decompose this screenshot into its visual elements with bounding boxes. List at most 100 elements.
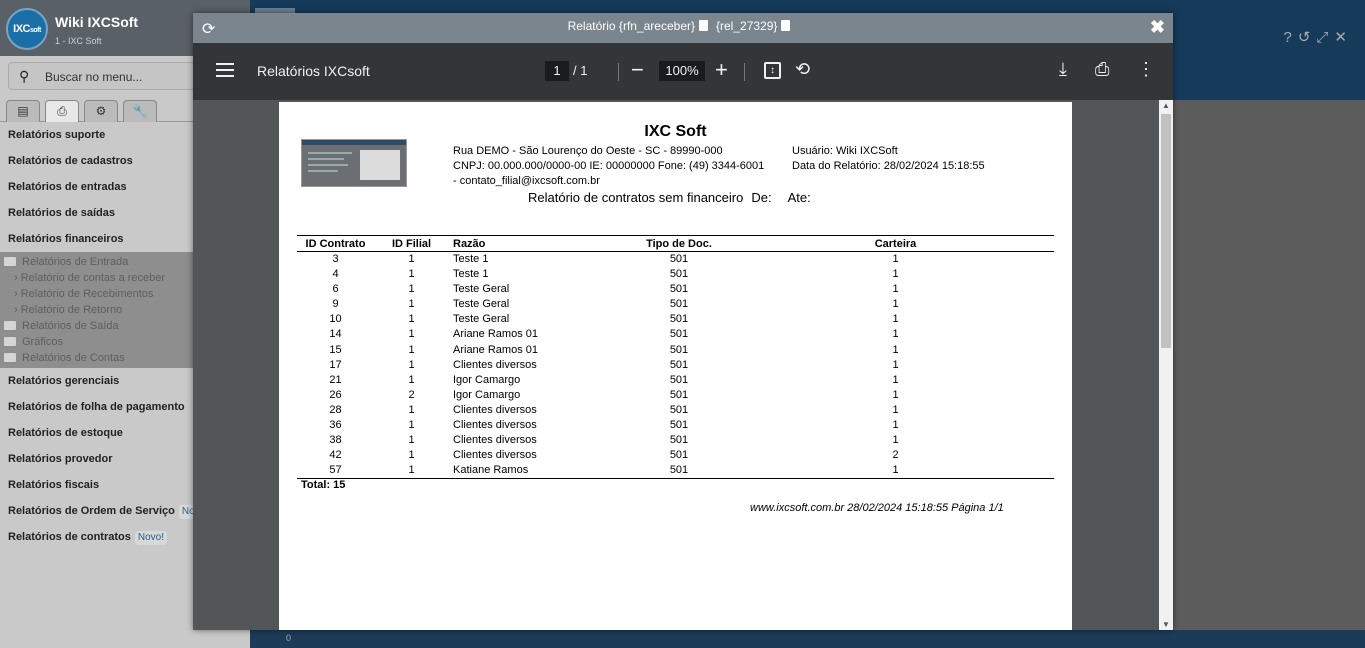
submenu-label: Relatório de Recebimentos bbox=[20, 288, 154, 300]
zoom-out-icon[interactable]: − bbox=[631, 57, 644, 83]
report-modal: ⟳ Relatório {rfn_areceber} {rel_27329} ✖ … bbox=[193, 13, 1173, 630]
folder-label: Gráficos bbox=[22, 336, 63, 348]
help-icon[interactable]: ? bbox=[1283, 29, 1297, 46]
copy-icon[interactable] bbox=[699, 20, 708, 31]
table-cell: Teste Geral bbox=[453, 313, 510, 326]
table-cell: 1 bbox=[408, 418, 415, 431]
table-cell: 1 bbox=[892, 434, 899, 447]
table-row: 36 1 Clientes diversos 501 1 bbox=[297, 418, 1054, 433]
table-cell: 501 bbox=[621, 463, 737, 480]
table-cell: 1 bbox=[408, 373, 415, 386]
table-cell: 501 bbox=[669, 403, 689, 416]
table-row: 38 1 Clientes diversos 501 1 bbox=[297, 433, 1054, 448]
table-header-row: ID Contrato ID Filial Razão Tipo de Doc.… bbox=[297, 235, 1054, 252]
submenu-label: Relatório de Retorno bbox=[20, 304, 123, 316]
table-cell: Ariane Ramos 01 bbox=[453, 343, 538, 356]
scroll-up-icon[interactable]: ▲ bbox=[1162, 101, 1170, 110]
table-cell: 1 bbox=[408, 343, 415, 356]
modal-title: Relatório {rfn_areceber} {rel_27329} bbox=[193, 19, 1173, 33]
report-de: De: bbox=[751, 190, 772, 205]
zoom-input[interactable]: 100% bbox=[659, 61, 705, 81]
fit-page-icon[interactable]: ↕ bbox=[764, 62, 781, 79]
expand-icon[interactable]: ⤢ bbox=[1316, 29, 1334, 46]
table-cell: 2 bbox=[408, 388, 415, 401]
menu-icon[interactable] bbox=[216, 63, 234, 77]
tab-list-icon[interactable]: ▤ bbox=[6, 100, 40, 122]
logo-suffix: soft bbox=[30, 27, 41, 34]
table-cell: 1 bbox=[892, 403, 899, 416]
toolbar-divider bbox=[744, 63, 745, 81]
more-options-icon[interactable]: ⋮ bbox=[1137, 59, 1155, 80]
new-badge: Novo! bbox=[134, 531, 167, 545]
table-cell: Teste 1 bbox=[453, 253, 489, 265]
table-cell: 28 bbox=[329, 403, 342, 416]
folder-label: Relatórios de Contas bbox=[22, 352, 125, 364]
table-cell: Teste Geral bbox=[453, 283, 510, 296]
page-total: / 1 bbox=[573, 63, 588, 78]
table-cell: 1 bbox=[408, 268, 415, 281]
window-controls: ?↺⤢✕ bbox=[1283, 28, 1353, 46]
table-cell: 1 bbox=[892, 328, 899, 341]
table-cell: 1 bbox=[892, 268, 899, 281]
folder-label: Relatórios de Saída bbox=[22, 320, 119, 332]
copy-icon[interactable] bbox=[781, 20, 791, 31]
table-cell: 15 bbox=[329, 343, 342, 356]
report-total: Total: 15 bbox=[301, 479, 346, 491]
tab-wrench-icon[interactable]: 🔧 bbox=[123, 100, 157, 122]
table-row: 15 1 Ariane Ramos 01 501 1 bbox=[297, 342, 1054, 357]
table-cell: Igor Camargo bbox=[453, 388, 521, 401]
submenu-label: Relatório de contas a receber bbox=[20, 272, 166, 284]
table-cell: 1 bbox=[408, 283, 415, 296]
col-header: Carteira bbox=[737, 235, 1054, 252]
table-body: 3 1 Teste 1 501 1 4 1 Teste 1 501 1 6 1 Teste Geral 5… bbox=[297, 252, 1054, 480]
tab-settings-icon[interactable]: ⚙ bbox=[84, 100, 118, 122]
close-icon[interactable]: ✖ bbox=[1150, 17, 1165, 38]
table-cell: Clientes diversos bbox=[453, 449, 537, 462]
title-left: Relatório {rfn_areceber} bbox=[567, 19, 695, 33]
col-header: Razão bbox=[449, 235, 621, 252]
scrollbar[interactable]: ▲ ▼ bbox=[1159, 100, 1173, 630]
table-cell: 1 bbox=[892, 373, 899, 386]
page-input[interactable]: 1 bbox=[545, 61, 569, 81]
table-cell: 1 bbox=[374, 463, 449, 480]
report-ate: Ate: bbox=[787, 190, 811, 205]
table-cell: 1 bbox=[737, 463, 1054, 480]
col-header: ID Contrato bbox=[297, 235, 374, 252]
table-cell: Clientes diversos bbox=[453, 403, 537, 416]
tab-print-icon[interactable]: ⎙ bbox=[45, 100, 79, 122]
report-user: Usuário: Wiki IXCSoft bbox=[792, 145, 898, 157]
title-right: {rel_27329} bbox=[716, 19, 778, 33]
modal-titlebar: ⟳ Relatório {rfn_areceber} {rel_27329} ✖ bbox=[193, 13, 1173, 43]
zoom-in-icon[interactable]: + bbox=[715, 57, 728, 83]
print-icon[interactable]: ⎙ bbox=[1095, 59, 1109, 80]
table-row: 28 1 Clientes diversos 501 1 bbox=[297, 403, 1054, 418]
table-cell: 1 bbox=[408, 298, 415, 311]
scrollbar-thumb[interactable] bbox=[1161, 114, 1171, 348]
search-placeholder: Buscar no menu... bbox=[45, 70, 143, 84]
table-row: 10 1 Teste Geral 501 1 bbox=[297, 312, 1054, 327]
report-footer: www.ixcsoft.com.br 28/02/2024 15:18:55 P… bbox=[750, 502, 1004, 514]
pdf-toolbar: Relatórios IXCsoft 1 / 1 − 100% + ↕ ⟲ ⤓ … bbox=[193, 43, 1173, 100]
table-cell: 57 bbox=[297, 463, 374, 480]
history-icon[interactable]: ↺ bbox=[1298, 29, 1317, 46]
company-email: - contato_filial@ixcsoft.com.br bbox=[453, 175, 600, 187]
app-bottom-strip: 0 bbox=[250, 630, 1365, 648]
scroll-down-icon[interactable]: ▼ bbox=[1162, 620, 1170, 629]
col-header: ID Filial bbox=[374, 235, 449, 252]
table-cell: 501 bbox=[669, 373, 689, 386]
rotate-icon[interactable]: ⟲ bbox=[795, 59, 810, 80]
table-row: 26 2 Igor Camargo 501 1 bbox=[297, 388, 1054, 403]
table-cell: 501 bbox=[669, 418, 689, 431]
menu-label: Relatórios de Ordem de Serviço bbox=[8, 505, 175, 517]
table-row: 4 1 Teste 1 501 1 bbox=[297, 267, 1054, 282]
close-icon[interactable]: ✕ bbox=[1334, 29, 1353, 46]
ixc-logo: IXCsoft bbox=[6, 8, 48, 50]
table-cell: 501 bbox=[669, 343, 689, 356]
app-subtitle: 1 - IXC Soft bbox=[55, 36, 102, 46]
table-cell: 501 bbox=[669, 388, 689, 401]
pdf-viewport[interactable]: IXC Soft Rua DEMO - São Lourenço do Oest… bbox=[193, 100, 1173, 630]
table-row: 9 1 Teste Geral 501 1 bbox=[297, 297, 1054, 312]
download-icon[interactable]: ⤓ bbox=[1059, 59, 1067, 80]
table-cell: 4 bbox=[332, 268, 339, 281]
folder-icon bbox=[4, 337, 16, 346]
